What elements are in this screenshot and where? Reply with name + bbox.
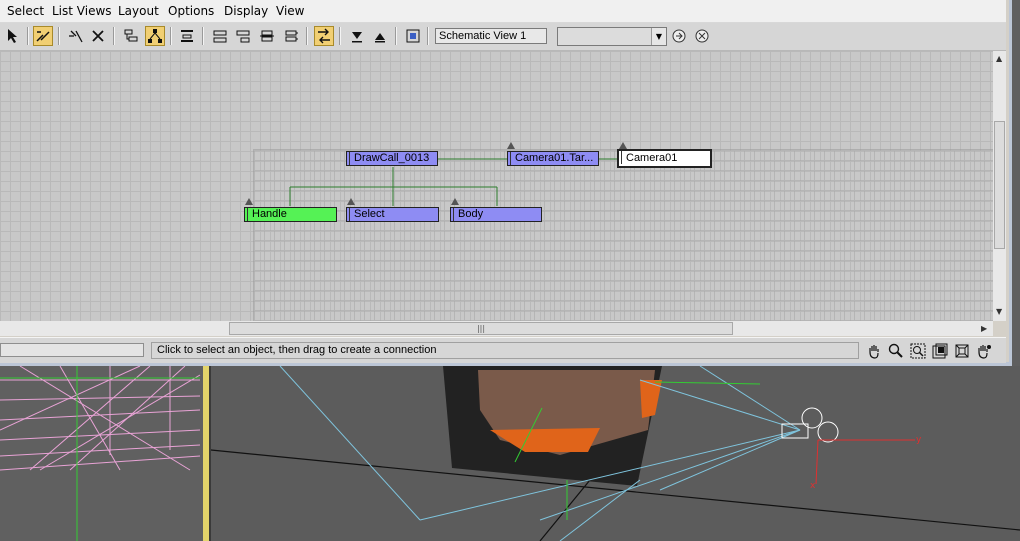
scroll-right-icon[interactable]: ▶ [981, 324, 987, 333]
svg-text:x: x [810, 481, 816, 491]
toolbar-separator [58, 27, 60, 45]
node-triangle-icon [451, 198, 459, 205]
node-camera-target[interactable]: Camera01.Tar... [507, 151, 599, 166]
arrange-children-icon[interactable] [210, 26, 230, 46]
connect-icon[interactable] [33, 26, 53, 46]
menu-display[interactable]: Display [224, 4, 268, 18]
zoom-icon[interactable] [887, 342, 905, 360]
references-mode-icon[interactable] [145, 26, 165, 46]
status-left-field [0, 343, 144, 357]
select-arrow-icon[interactable] [2, 26, 22, 46]
node-select[interactable]: Select [346, 207, 439, 222]
collapse-icon[interactable] [281, 26, 301, 46]
menu-layout[interactable]: Layout [118, 4, 159, 18]
menu-options[interactable]: Options [168, 4, 214, 18]
chevron-down-icon[interactable]: ▼ [651, 28, 666, 45]
move-down-icon[interactable] [347, 26, 367, 46]
node-triangle-icon [347, 198, 355, 205]
menu-list-views[interactable]: List Views [52, 4, 112, 18]
horizontal-scrollbar[interactable]: ||| ▶ [0, 321, 993, 336]
bookmark-dropdown[interactable]: ▼ [557, 27, 667, 46]
node-triangle-icon [245, 198, 253, 205]
connection-wires [289, 158, 618, 206]
delete-icon[interactable] [88, 26, 108, 46]
zoom-extents-icon[interactable] [931, 342, 949, 360]
arrange-selected-icon[interactable] [233, 26, 253, 46]
zoom-to-bookmark-icon[interactable] [669, 26, 689, 46]
toolbar-separator [113, 27, 115, 45]
zoom-extents-selected-icon[interactable] [953, 342, 971, 360]
vertical-scroll-thumb[interactable] [994, 121, 1005, 249]
schematic-canvas[interactable]: DrawCall_0013 Camera01.Tar... Camera01 H… [0, 51, 993, 321]
scroll-down-icon[interactable]: ▼ [996, 307, 1002, 316]
node-triangle-icon [507, 142, 515, 149]
hierarchy-mode-icon[interactable] [121, 26, 141, 46]
expand-icon[interactable] [257, 26, 277, 46]
horizontal-scroll-thumb[interactable]: ||| [229, 322, 733, 335]
node-handle[interactable]: Handle [244, 207, 337, 222]
pan-to-selected-icon[interactable] [975, 342, 993, 360]
toolbar-separator [170, 27, 172, 45]
node-camera[interactable]: Camera01 [617, 149, 712, 168]
move-up-icon[interactable] [370, 26, 390, 46]
sync-selection-icon[interactable] [314, 26, 334, 46]
delete-bookmark-icon[interactable] [692, 26, 712, 46]
menu-select[interactable]: Select [7, 4, 44, 18]
node-body[interactable]: Body [450, 207, 542, 222]
view-name-field[interactable]: Schematic View 1 [435, 28, 547, 44]
schematic-view-window: Select List Views Layout Options Display… [0, 0, 1012, 366]
node-triangle-icon [619, 142, 627, 149]
node-drawcall[interactable]: DrawCall_0013 [346, 151, 438, 166]
toolbar-separator [306, 27, 308, 45]
pan-icon[interactable] [865, 342, 883, 360]
toolbar-separator [202, 27, 204, 45]
toolbar-separator [427, 27, 429, 45]
toolbar-separator [339, 27, 341, 45]
status-message: Click to select an object, then drag to … [151, 342, 859, 359]
toolbar: Schematic View 1 ▼ [0, 23, 1006, 51]
toolbar-separator [27, 27, 29, 45]
preferences-icon[interactable] [403, 26, 423, 46]
unlink-icon[interactable] [66, 26, 86, 46]
align-icon[interactable] [177, 26, 197, 46]
status-bar: Click to select an object, then drag to … [0, 337, 1006, 363]
menu-bar: Select List Views Layout Options Display… [0, 0, 1006, 23]
zoom-region-icon[interactable] [909, 342, 927, 360]
svg-text:y: y [916, 435, 922, 445]
vertical-scrollbar[interactable]: ▲ ▼ [993, 51, 1006, 321]
menu-view[interactable]: View [276, 4, 304, 18]
scroll-up-icon[interactable]: ▲ [996, 54, 1002, 63]
toolbar-separator [395, 27, 397, 45]
